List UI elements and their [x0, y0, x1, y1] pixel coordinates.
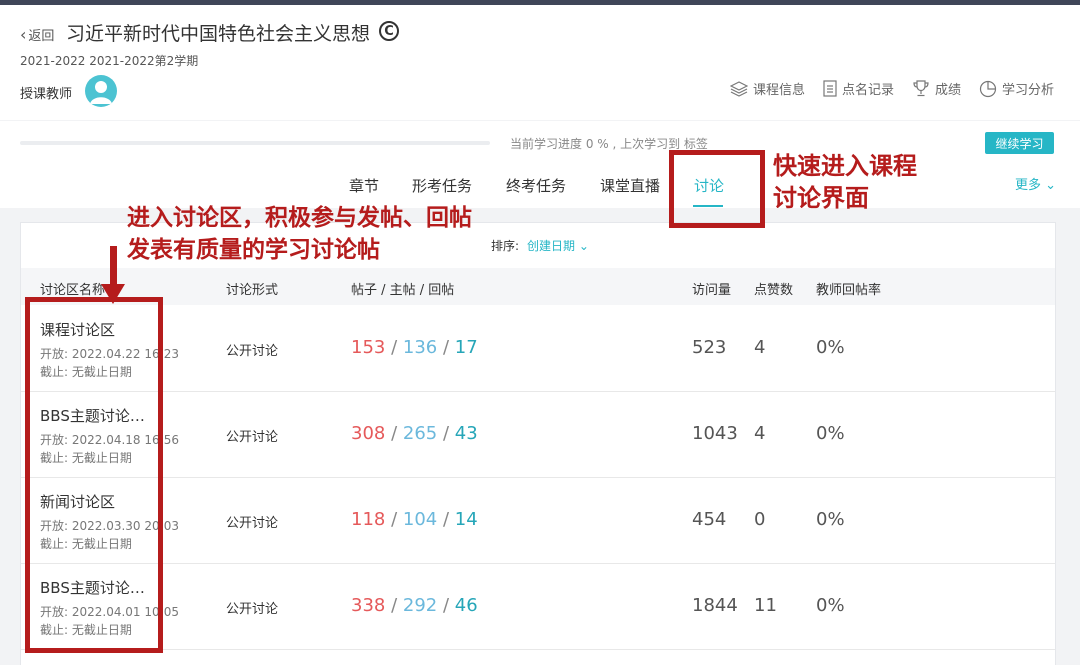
- reply-posts: 46: [454, 595, 478, 616]
- teacher-label: 授课教师: [20, 87, 73, 102]
- arrow-down-icon: [101, 284, 125, 304]
- visit-count: 1844: [692, 595, 738, 616]
- like-count: 4: [754, 423, 766, 444]
- separator: /: [437, 423, 455, 444]
- like-count: 0: [754, 509, 766, 530]
- discussion-tab-highlight: [669, 150, 765, 228]
- post-counts: 338 / 292 / 46: [351, 595, 478, 616]
- main-posts: 292: [402, 595, 438, 616]
- header-likes: 点赞数: [754, 283, 794, 298]
- tab-formative-tasks[interactable]: 形考任务: [412, 175, 472, 196]
- trophy-icon: [913, 80, 929, 97]
- attendance-label: 点名记录: [841, 83, 894, 98]
- like-count: 11: [754, 595, 777, 616]
- sort-dropdown[interactable]: 创建日期 ⌄: [527, 237, 589, 254]
- reply-posts: 17: [454, 337, 478, 358]
- header-name: 讨论区名称: [40, 283, 106, 298]
- total-posts: 153: [351, 337, 386, 358]
- teacher-reply-rate: 0%: [816, 509, 845, 530]
- like-count: 4: [754, 337, 766, 358]
- header-type: 讨论形式: [226, 283, 279, 298]
- discussion-type: 公开讨论: [226, 602, 279, 617]
- discussion-type: 公开讨论: [226, 344, 279, 359]
- teacher-reply-rate: 0%: [816, 337, 845, 358]
- post-counts: 153 / 136 / 17: [351, 337, 478, 358]
- pie-chart-icon: [979, 80, 997, 97]
- course-info-link[interactable]: 课程信息: [729, 79, 805, 98]
- post-counts: 118 / 104 / 14: [351, 509, 478, 530]
- layers-icon: [729, 80, 748, 97]
- table-row[interactable]: BBS主题讨论… 开放: 2022.04.01 10:05 截止: 无截止日期 …: [21, 563, 1055, 650]
- separator: /: [437, 595, 455, 616]
- course-nav-links: 课程信息 点名记录 成绩 学习分析: [729, 79, 1054, 98]
- reply-posts: 43: [454, 423, 478, 444]
- user-icon: [90, 81, 112, 104]
- sort-control: 排序: 创建日期 ⌄: [491, 237, 589, 254]
- chevron-left-icon: ‹: [20, 25, 27, 44]
- discussion-list-highlight: [25, 297, 163, 653]
- teacher-reply-rate: 0%: [816, 595, 845, 616]
- total-posts: 118: [351, 509, 386, 530]
- main-posts: 104: [402, 509, 438, 530]
- teacher-reply-rate: 0%: [816, 423, 845, 444]
- sort-label: 排序:: [491, 239, 520, 253]
- main-posts: 265: [402, 423, 438, 444]
- separator: /: [385, 337, 403, 358]
- course-info-label: 课程信息: [752, 83, 805, 98]
- more-dropdown[interactable]: 更多 ⌄: [1015, 174, 1056, 193]
- tab-live-class[interactable]: 课堂直播: [600, 175, 660, 196]
- reply-posts: 14: [454, 509, 478, 530]
- visit-count: 523: [692, 337, 727, 358]
- continue-learning-button[interactable]: 继续学习: [985, 132, 1054, 154]
- separator: /: [437, 509, 455, 530]
- teacher-avatar[interactable]: [85, 75, 117, 107]
- back-button[interactable]: ‹ 返回: [20, 25, 54, 44]
- header-teacher-rate: 教师回帖率: [816, 283, 882, 298]
- learning-analysis-link[interactable]: 学习分析: [979, 79, 1054, 98]
- tab-annotation-text: 快速进入课程 讨论界面: [773, 152, 917, 212]
- visit-count: 1043: [692, 423, 738, 444]
- course-header: ‹ 返回 习近平新时代中国特色社会主义思想 C 2021-2022 2021-2…: [0, 5, 1080, 120]
- progress-and-tabs: 当前学习进度 0 % , 上次学习到 标签 继续学习 章节 形考任务 终考任务 …: [0, 121, 1080, 208]
- separator: /: [385, 595, 403, 616]
- table-row[interactable]: 课程讨论区 开放: 2022.04.22 16:23 截止: 无截止日期 公开讨…: [21, 305, 1055, 392]
- post-counts: 308 / 265 / 43: [351, 423, 478, 444]
- tab-final-tasks[interactable]: 终考任务: [506, 175, 566, 196]
- grades-link[interactable]: 成绩: [912, 79, 961, 98]
- table-row[interactable]: 新闻讨论区 开放: 2022.03.30 20:03 截止: 无截止日期 公开讨…: [21, 477, 1055, 564]
- learning-analysis-label: 学习分析: [1001, 83, 1054, 98]
- back-label: 返回: [28, 29, 55, 44]
- tab-chapters[interactable]: 章节: [349, 175, 379, 196]
- visit-count: 454: [692, 509, 727, 530]
- discussion-type: 公开讨论: [226, 516, 279, 531]
- table-annotation-text: 进入讨论区，积极参与发帖、回帖 发表有质量的学习讨论帖: [127, 205, 472, 263]
- main-posts: 136: [402, 337, 438, 358]
- header-posts: 帖子 / 主帖 / 回帖: [351, 283, 455, 298]
- total-posts: 338: [351, 595, 386, 616]
- separator: /: [437, 337, 455, 358]
- discussion-card: 排序: 创建日期 ⌄ 讨论区名称 讨论形式 帖子 / 主帖 / 回帖 访问量 点…: [20, 222, 1056, 665]
- term-label: 2021-2022 2021-2022第2学期: [20, 54, 199, 68]
- grades-label: 成绩: [934, 83, 961, 98]
- annotation-arrow-shaft: [110, 246, 117, 288]
- discussion-type: 公开讨论: [226, 430, 279, 445]
- header-visits: 访问量: [692, 283, 732, 298]
- separator: /: [385, 509, 403, 530]
- table-row[interactable]: BBS主题讨论… 开放: 2022.04.18 16:56 截止: 无截止日期 …: [21, 391, 1055, 478]
- separator: /: [385, 423, 403, 444]
- attendance-link[interactable]: 点名记录: [823, 79, 894, 98]
- course-title: 习近平新时代中国特色社会主义思想: [66, 23, 371, 45]
- copyright-icon: C: [379, 21, 399, 41]
- table-header: 讨论区名称 讨论形式 帖子 / 主帖 / 回帖 访问量 点赞数 教师回帖率: [21, 268, 1055, 305]
- total-posts: 308: [351, 423, 386, 444]
- document-icon: [823, 80, 837, 97]
- progress-bar: [20, 141, 490, 145]
